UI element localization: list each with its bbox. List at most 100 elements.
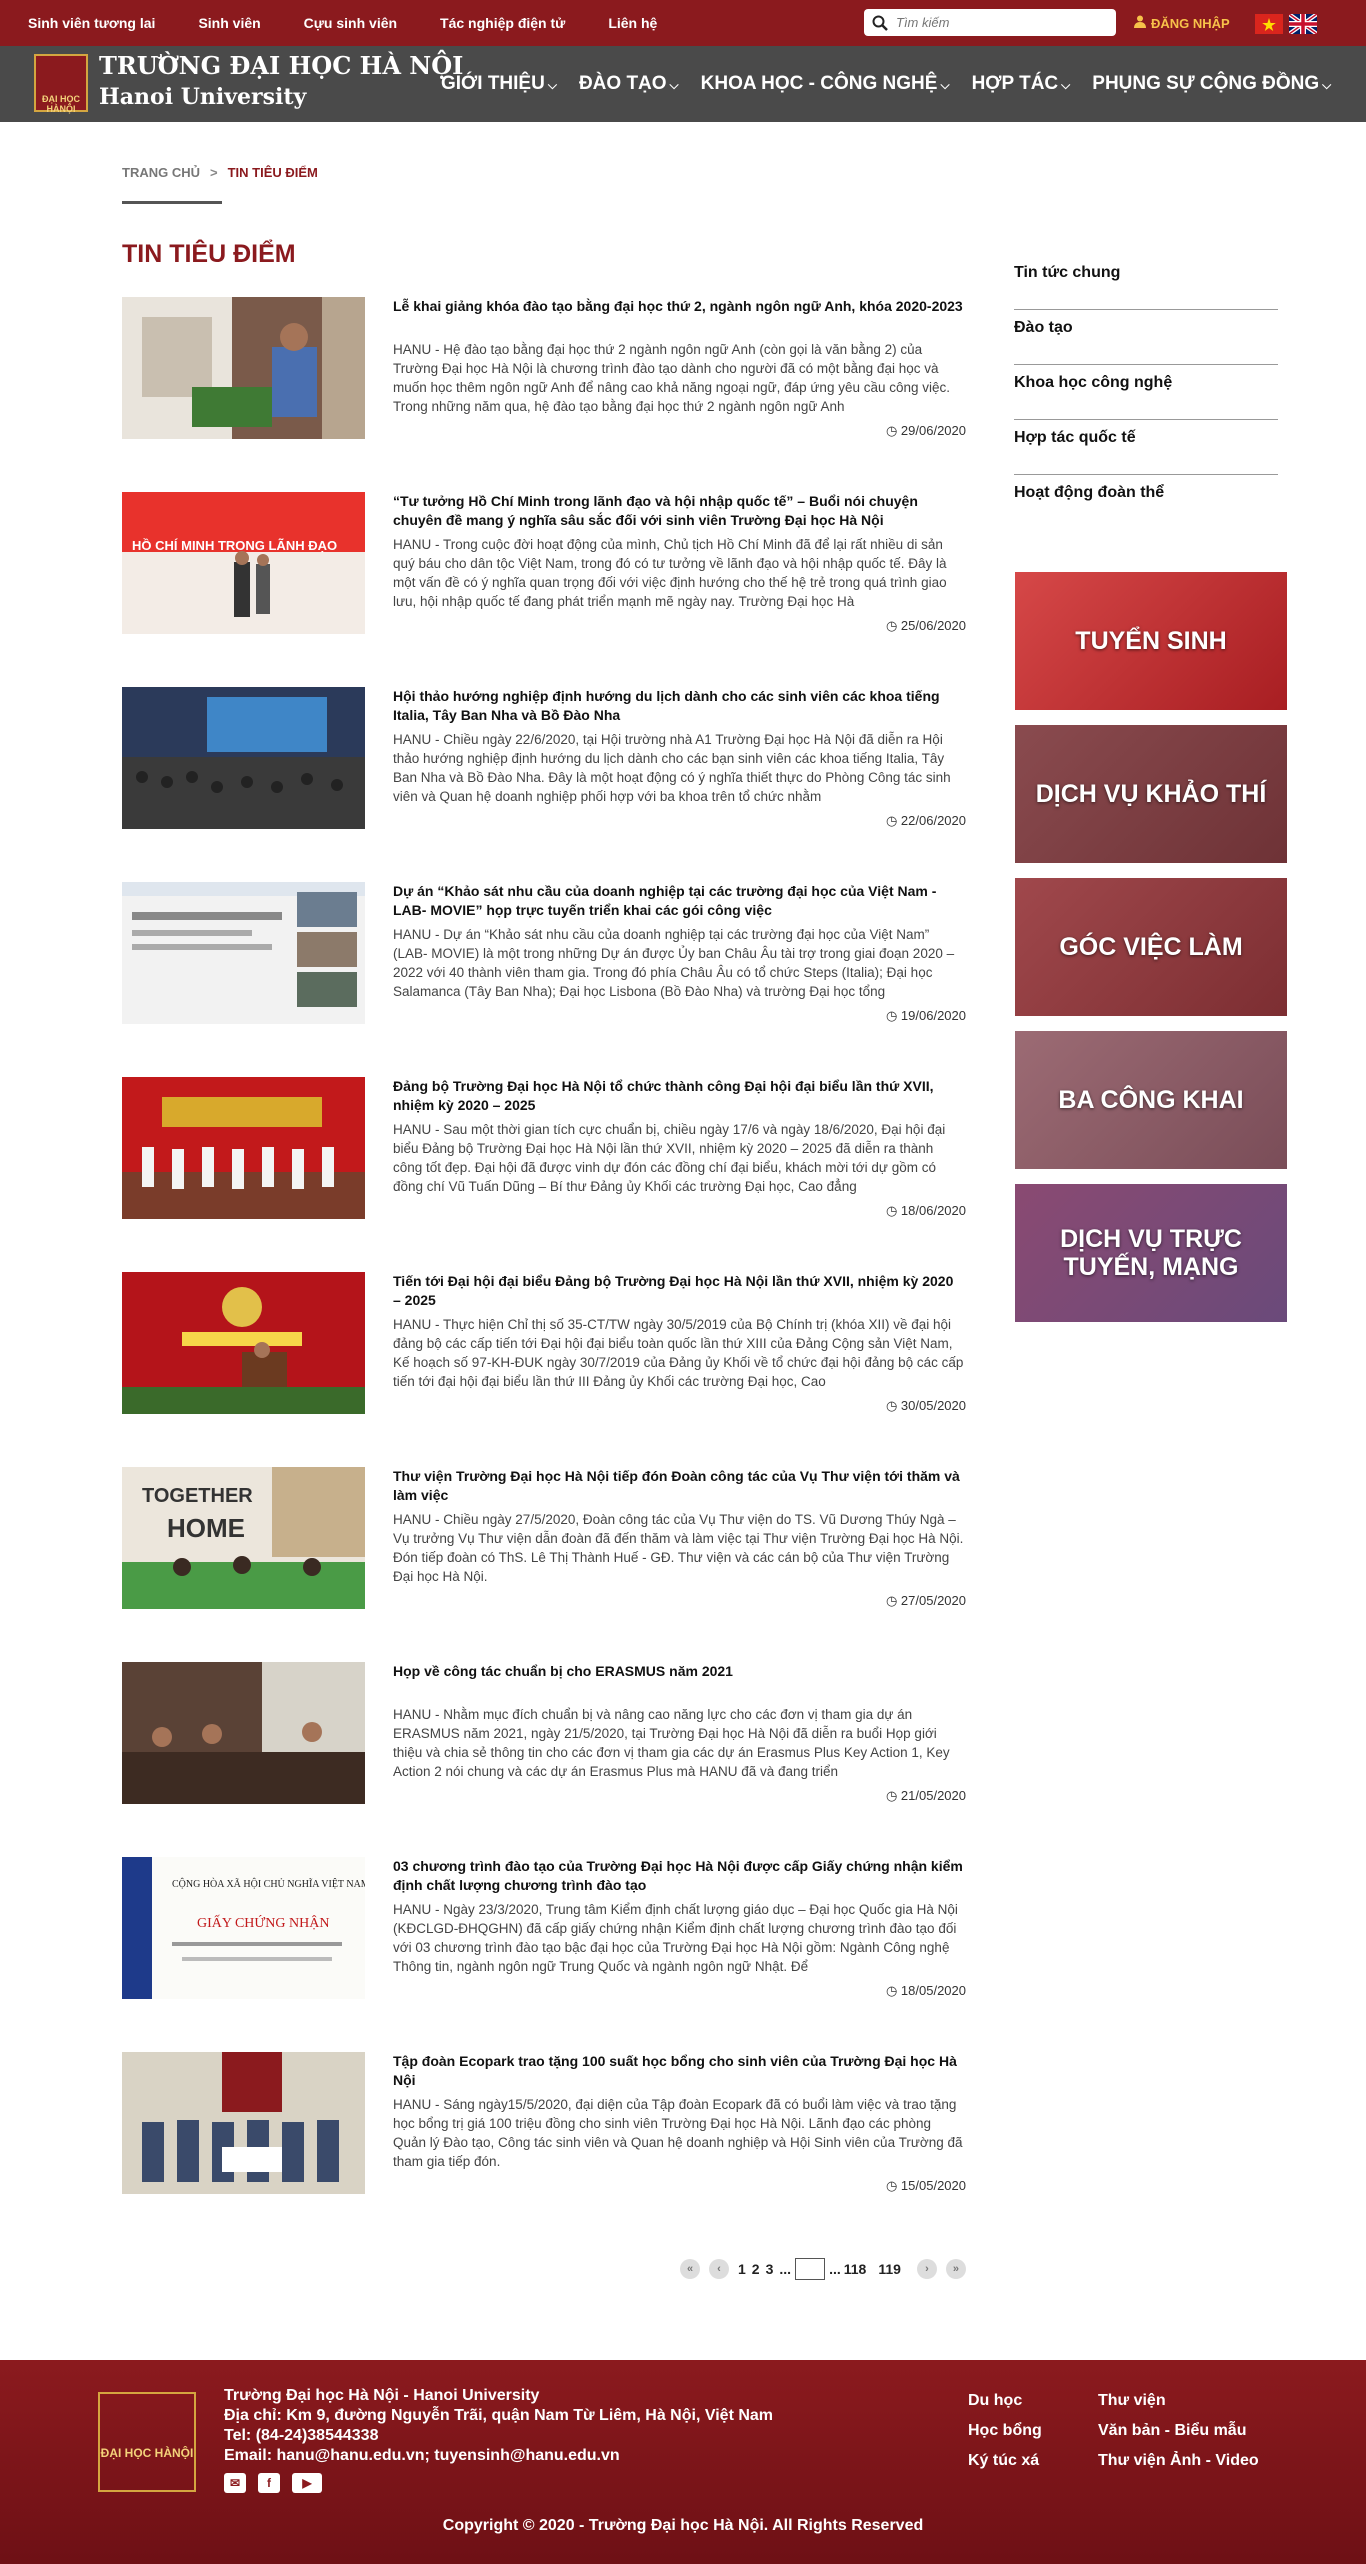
sidebar-item-unions[interactable]: Hoạt động đoàn thể: [1014, 475, 1278, 530]
footer-links-col2: Thư viện Văn bản - Biểu mẫu Thư viện Ảnh…: [1098, 2386, 1259, 2476]
article-date-text: 25/06/2020: [900, 618, 966, 633]
top-link-students[interactable]: Sinh viên: [198, 15, 260, 31]
article-item[interactable]: TOGETHER HOME Thư viện Trường Đại học Hà …: [122, 1467, 966, 1609]
search-icon[interactable]: [872, 15, 888, 31]
top-link-future-students[interactable]: Sinh viên tương lai: [28, 15, 155, 31]
article-thumbnail[interactable]: HỒ CHÍ MINH TRONG LÃNH ĐẠO: [122, 492, 365, 634]
search-box[interactable]: [864, 9, 1116, 36]
article-item[interactable]: CỘNG HÒA XÃ HỘI CHỦ NGHĨA VIỆT NAM GIẤY C…: [122, 1857, 966, 1999]
article-excerpt: HANU - Chiều ngày 22/6/2020, tại Hội trư…: [393, 732, 951, 804]
email-icon[interactable]: ✉: [224, 2473, 246, 2493]
footer-link-documents[interactable]: Văn bản - Biểu mẫu: [1098, 2416, 1259, 2446]
page-link[interactable]: 3: [766, 2261, 774, 2277]
breadcrumb-home[interactable]: TRANG CHỦ: [122, 165, 200, 180]
article-thumbnail[interactable]: [122, 1272, 365, 1414]
top-link-e-services[interactable]: Tác nghiệp điện tử: [440, 15, 565, 31]
nav-community[interactable]: PHỤNG SỰ CỘNG ĐỒNG ⌵: [1092, 73, 1331, 95]
clock-icon: ◷: [885, 1398, 898, 1413]
footer-contact: Trường Đại học Hà Nội - Hanoi University…: [224, 2386, 773, 2466]
article-thumbnail[interactable]: CỘNG HÒA XÃ HỘI CHỦ NGHĨA VIỆT NAM GIẤY C…: [122, 1857, 365, 1999]
article-item[interactable]: Tiến tới Đại hội đại biểu Đảng bộ Trường…: [122, 1272, 966, 1414]
next-page-icon[interactable]: ›: [916, 2259, 937, 2279]
nav-about[interactable]: GIỚI THIỆU ⌵: [441, 73, 557, 95]
sidebar-item-news[interactable]: Tin tức chung: [1014, 255, 1278, 310]
footer-link-dormitory[interactable]: Ký túc xá: [968, 2446, 1042, 2476]
article-excerpt: HANU - Chiều ngày 27/5/2020, Đoàn công t…: [393, 1512, 964, 1584]
nav-community-label: PHỤNG SỰ CỘNG ĐỒNG: [1092, 73, 1320, 94]
footer-link-scholarships[interactable]: Học bổng: [968, 2416, 1042, 2446]
banner-testing-services-label: DỊCH VỤ KHẢO THÍ: [1035, 780, 1267, 808]
article-thumbnail[interactable]: [122, 1662, 365, 1804]
banner-online-services-label: DỊCH VỤ TRỰC TUYẾN, MẠNG: [1060, 1225, 1242, 1281]
article-title[interactable]: Tiến tới Đại hội đại biểu Đảng bộ Trường…: [393, 1272, 964, 1312]
university-name-en[interactable]: Hanoi University: [99, 84, 306, 110]
footer-logo[interactable]: ĐẠI HỌC HÀNỘI: [98, 2392, 196, 2492]
svg-text:GIẤY CHỨNG NHẬN: GIẤY CHỨNG NHẬN: [197, 1914, 329, 1931]
sidebar-item-education[interactable]: Đào tạo: [1014, 310, 1278, 365]
footer-link-media-library[interactable]: Thư viện Ảnh - Video: [1098, 2446, 1259, 2476]
article-thumbnail[interactable]: [122, 1077, 365, 1219]
banner-online-services[interactable]: DỊCH VỤ TRỰC TUYẾN, MẠNG: [1015, 1184, 1287, 1322]
sidebar-item-international[interactable]: Hợp tác quốc tế: [1014, 420, 1278, 475]
top-link-contact[interactable]: Liên hệ: [608, 15, 657, 31]
footer-link-library[interactable]: Thư viện: [1098, 2386, 1259, 2416]
pagination-ellipsis: ...: [829, 2261, 841, 2277]
nav-cooperation-label: HỢP TÁC: [971, 73, 1059, 94]
university-logo[interactable]: ĐẠI HỌC HÀNỘI: [34, 54, 88, 114]
article-thumbnail[interactable]: [122, 882, 365, 1024]
article-title[interactable]: Hội thảo hướng nghiệp định hướng du lịch…: [393, 687, 964, 727]
university-name-vi[interactable]: TRƯỜNG ĐẠI HỌC HÀ NỘI: [99, 51, 463, 80]
chevron-down-icon: ⌵: [1061, 78, 1071, 92]
article-date-text: 29/06/2020: [900, 423, 966, 438]
svg-text:TOGETHER: TOGETHER: [142, 1485, 253, 1507]
page-link[interactable]: 2: [752, 2261, 760, 2277]
search-input[interactable]: [896, 15, 1096, 30]
article-title[interactable]: Tập đoàn Ecopark trao tặng 100 suất học …: [393, 2052, 964, 2092]
login-button[interactable]: ĐĂNG NHẬP: [1134, 0, 1230, 46]
first-page-icon[interactable]: «: [680, 2259, 700, 2279]
uk-flag-icon[interactable]: [1289, 14, 1317, 34]
article-thumbnail[interactable]: TOGETHER HOME: [122, 1467, 365, 1609]
article-title[interactable]: Thư viện Trường Đại học Hà Nội tiếp đón …: [393, 1467, 964, 1507]
banner-admissions[interactable]: TUYỂN SINH: [1015, 572, 1287, 710]
sidebar-item-science[interactable]: Khoa học công nghệ: [1014, 365, 1278, 420]
prev-page-icon[interactable]: ‹: [709, 2259, 729, 2279]
nav-education-label: ĐÀO TẠO: [578, 73, 667, 94]
chevron-down-icon: ⌵: [1322, 78, 1332, 92]
footer-link-study-abroad[interactable]: Du học: [968, 2386, 1042, 2416]
article-date-text: 30/05/2020: [900, 1398, 966, 1413]
article-title[interactable]: “Tư tưởng Hồ Chí Minh trong lãnh đạo và …: [393, 492, 964, 532]
article-thumbnail[interactable]: [122, 2052, 365, 2194]
top-link-alumni[interactable]: Cựu sinh viên: [304, 15, 397, 31]
article-item[interactable]: Hội thảo hướng nghiệp định hướng du lịch…: [122, 687, 966, 829]
banner-testing-services[interactable]: DỊCH VỤ KHẢO THÍ: [1015, 725, 1287, 863]
article-title[interactable]: Đảng bộ Trường Đại học Hà Nội tổ chức th…: [393, 1077, 964, 1117]
page-jump-input[interactable]: [795, 2258, 826, 2280]
article-title[interactable]: 03 chương trình đào tạo của Trường Đại h…: [393, 1857, 964, 1897]
youtube-icon[interactable]: ▶: [292, 2473, 322, 2493]
article-date: ◷ 30/05/2020: [886, 1398, 966, 1414]
nav-cooperation[interactable]: HỢP TÁC ⌵: [972, 73, 1071, 95]
banner-three-publics[interactable]: BA CÔNG KHAI: [1015, 1031, 1287, 1169]
nav-science[interactable]: KHOA HỌC - CÔNG NGHỆ ⌵: [701, 73, 950, 95]
page-link[interactable]: 118: [844, 2261, 867, 2277]
article-item[interactable]: Lễ khai giảng khóa đào tạo bằng đại học …: [122, 297, 966, 439]
article-title[interactable]: Lễ khai giảng khóa đào tạo bằng đại học …: [393, 297, 964, 337]
facebook-icon[interactable]: f: [258, 2473, 280, 2493]
article-item[interactable]: Dự án “Khảo sát nhu cầu của doanh nghiệp…: [122, 882, 966, 1024]
main-nav: GIỚI THIỆU ⌵ ĐÀO TẠO ⌵ KHOA HỌC - CÔNG NGH…: [441, 46, 1353, 122]
page-link[interactable]: 119: [878, 2261, 901, 2277]
article-item[interactable]: Đảng bộ Trường Đại học Hà Nội tổ chức th…: [122, 1077, 966, 1219]
article-thumbnail[interactable]: [122, 297, 365, 439]
article-title[interactable]: Họp về công tác chuẩn bị cho ERASMUS năm…: [393, 1662, 964, 1702]
article-item[interactable]: HỒ CHÍ MINH TRONG LÃNH ĐẠO “Tư tưởng Hồ …: [122, 492, 966, 634]
article-item[interactable]: Tập đoàn Ecopark trao tặng 100 suất học …: [122, 2052, 966, 2194]
vietnam-flag-icon[interactable]: [1255, 14, 1283, 34]
article-item[interactable]: Họp về công tác chuẩn bị cho ERASMUS năm…: [122, 1662, 966, 1804]
banner-jobs[interactable]: GÓC VIỆC LÀM: [1015, 878, 1287, 1016]
article-title[interactable]: Dự án “Khảo sát nhu cầu của doanh nghiệp…: [393, 882, 964, 922]
page-link[interactable]: 1: [738, 2261, 746, 2277]
last-page-icon[interactable]: »: [945, 2259, 966, 2279]
article-thumbnail[interactable]: [122, 687, 365, 829]
nav-education[interactable]: ĐÀO TẠO ⌵: [579, 73, 679, 95]
